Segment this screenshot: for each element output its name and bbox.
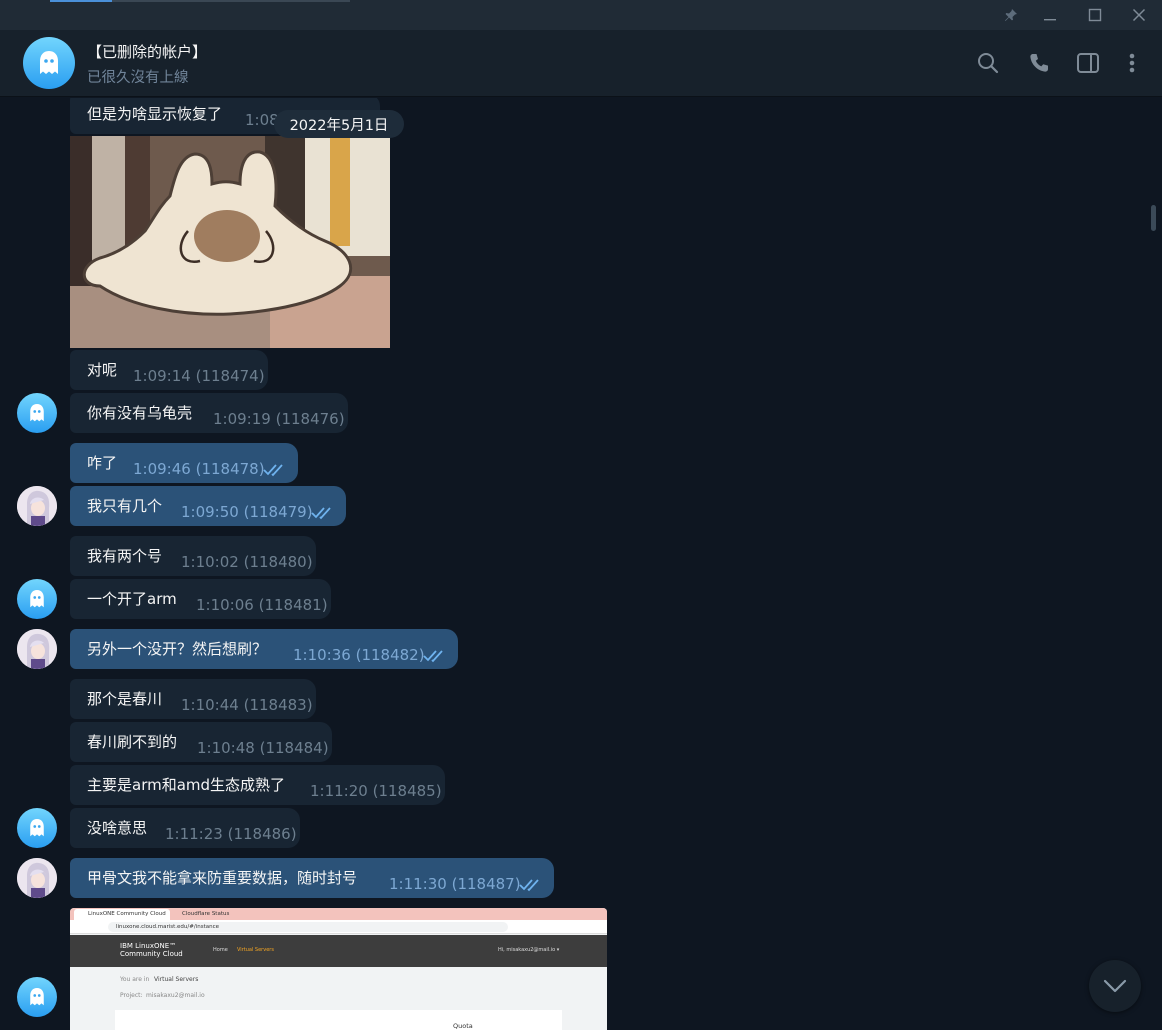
message-bubble-outgoing[interactable]: 甲骨文我不能拿来防重要数据，随时封号 1:11:30 (118487) (70, 858, 554, 898)
double-check-icon (423, 650, 443, 663)
message-bubble[interactable]: 春川刷不到的 1:10:48 (118484) (70, 722, 332, 762)
message-bubble[interactable]: 没啥意思 1:11:23 (118486) (70, 808, 300, 848)
message-time: 1:10:06 (118481) (196, 596, 328, 614)
search-icon[interactable] (975, 50, 1001, 76)
chat-header: 【已删除的帐户】 已很久沒有上線 (0, 30, 1162, 97)
message-text: 一个开了arm (87, 590, 177, 608)
message-text: 咋了 (87, 454, 118, 472)
sidebar-toggle-icon[interactable] (1075, 50, 1101, 76)
message-text: 你有没有乌龟壳 (87, 404, 193, 422)
message-list[interactable]: 但是为啥显示恢复了 1:08 2022年5月1日 对呢 1:09:14 (118… (0, 98, 1162, 1030)
message-time: 1:10:48 (118484) (197, 739, 329, 757)
ghost-icon (40, 51, 58, 74)
site-nav-home: Home (213, 947, 228, 953)
browser-url: linuxone.cloud.marist.edu/#/instance (108, 922, 508, 932)
message-text: 另外一个没开？然后想刷？ (87, 640, 268, 658)
project-label: Project: (120, 992, 143, 999)
message-text: 对呢 (87, 361, 118, 379)
message-time: 1:10:44 (118483) (181, 696, 313, 714)
message-bubble[interactable]: 一个开了arm 1:10:06 (118481) (70, 579, 331, 619)
browser-tab: LinuxONE Community Cloud (74, 909, 170, 920)
quota-panel: Quota (115, 1010, 562, 1030)
pin-icon[interactable] (998, 4, 1024, 26)
deleted-account-avatar[interactable] (23, 37, 75, 89)
message-text: 主要是arm和amd生态成熟了 (87, 776, 286, 794)
message-time: 1:11:30 (118487) (389, 875, 521, 893)
message-bubble-outgoing[interactable]: 咋了 1:09:46 (118478) (70, 443, 298, 483)
folder-tab-strip[interactable] (50, 0, 350, 2)
window-titlebar (0, 0, 1162, 30)
site-navbar: IBM LinuxONE™ Community Cloud Home Virtu… (70, 935, 607, 967)
chat-status: 已很久沒有上線 (87, 70, 189, 86)
maximize-icon[interactable] (1082, 4, 1108, 26)
message-time: 1:09:19 (118476) (213, 410, 345, 428)
project-value: misakaxu2@mail.io (146, 992, 205, 999)
sender-avatar[interactable] (17, 393, 57, 433)
scrollbar-thumb[interactable] (1151, 205, 1156, 231)
message-bubble[interactable]: 我有两个号 1:10:02 (118480) (70, 536, 316, 576)
sender-avatar[interactable] (17, 808, 57, 848)
scroll-down-button[interactable] (1089, 960, 1141, 1012)
message-bubble[interactable]: 主要是arm和amd生态成熟了 1:11:20 (118485) (70, 765, 445, 805)
screenshot-image[interactable]: LinuxONE Community Cloud Cloudflare Stat… (70, 908, 607, 1030)
site-nav-virtual-servers: Virtual Servers (237, 947, 274, 953)
breadcrumb-value: Virtual Servers (154, 976, 199, 983)
message-bubble[interactable]: 你有没有乌龟壳 1:09:19 (118476) (70, 393, 348, 433)
message-text: 甲骨文我不能拿来防重要数据，随时封号 (87, 869, 358, 887)
browser-addressbar: linuxone.cloud.marist.edu/#/instance (70, 920, 607, 934)
minimize-icon[interactable] (1037, 4, 1063, 26)
chevron-down-icon (1103, 979, 1127, 993)
message-text: 没啥意思 (87, 819, 148, 837)
browser-tab: Cloudflare Status (182, 911, 230, 917)
sender-avatar[interactable] (17, 977, 57, 1017)
message-time: 1:11:23 (118486) (165, 825, 297, 843)
browser-tabbar: LinuxONE Community Cloud Cloudflare Stat… (70, 908, 607, 920)
message-bubble[interactable]: 那个是春川 1:10:44 (118483) (70, 679, 316, 719)
more-vertical-icon[interactable] (1119, 50, 1145, 76)
message-text: 但是为啥显示恢复了 (87, 105, 223, 123)
phone-icon[interactable] (1026, 50, 1052, 76)
active-folder-tab[interactable] (50, 0, 112, 2)
message-text: 那个是春川 (87, 690, 163, 708)
date-separator[interactable]: 2022年5月1日 (274, 110, 404, 138)
message-bubble[interactable]: 对呢 1:09:14 (118474) (70, 350, 268, 390)
sticker-image[interactable] (70, 136, 390, 348)
ghost-icon (30, 988, 44, 1006)
breadcrumb-label: You are in (120, 976, 150, 983)
site-logo-sub: Community Cloud (120, 950, 183, 958)
user-avatar[interactable] (17, 629, 57, 669)
double-check-icon (263, 464, 283, 477)
chat-title[interactable]: 【已删除的帐户】 (87, 41, 207, 62)
message-time: 1:10:02 (118480) (181, 553, 313, 571)
message-time: 1:09:50 (118479) (181, 503, 313, 521)
message-time: 1:09:14 (118474) (133, 367, 265, 385)
double-check-icon (519, 879, 539, 892)
message-time: 1:11:20 (118485) (310, 782, 442, 800)
message-text: 春川刷不到的 (87, 733, 178, 751)
site-logo: IBM LinuxONE™ (120, 942, 177, 950)
sender-avatar[interactable] (17, 579, 57, 619)
message-bubble-outgoing[interactable]: 我只有几个 1:09:50 (118479) (70, 486, 346, 526)
message-text: 我只有几个 (87, 497, 163, 515)
user-avatar[interactable] (17, 858, 57, 898)
user-avatar[interactable] (17, 486, 57, 526)
message-bubble-outgoing[interactable]: 另外一个没开？然后想刷？ 1:10:36 (118482) (70, 629, 458, 669)
ghost-icon (30, 404, 44, 422)
close-icon[interactable] (1126, 4, 1152, 26)
double-check-icon (311, 507, 331, 520)
site-user: Hi, misakaxu2@mail.io ▾ (498, 947, 560, 953)
quota-label: Quota (453, 1022, 473, 1030)
message-time: 1:10:36 (118482) (293, 646, 425, 664)
message-time: 1:09:46 (118478) (133, 460, 265, 478)
message-text: 我有两个号 (87, 547, 163, 565)
ghost-icon (30, 590, 44, 608)
ghost-icon (30, 819, 44, 837)
